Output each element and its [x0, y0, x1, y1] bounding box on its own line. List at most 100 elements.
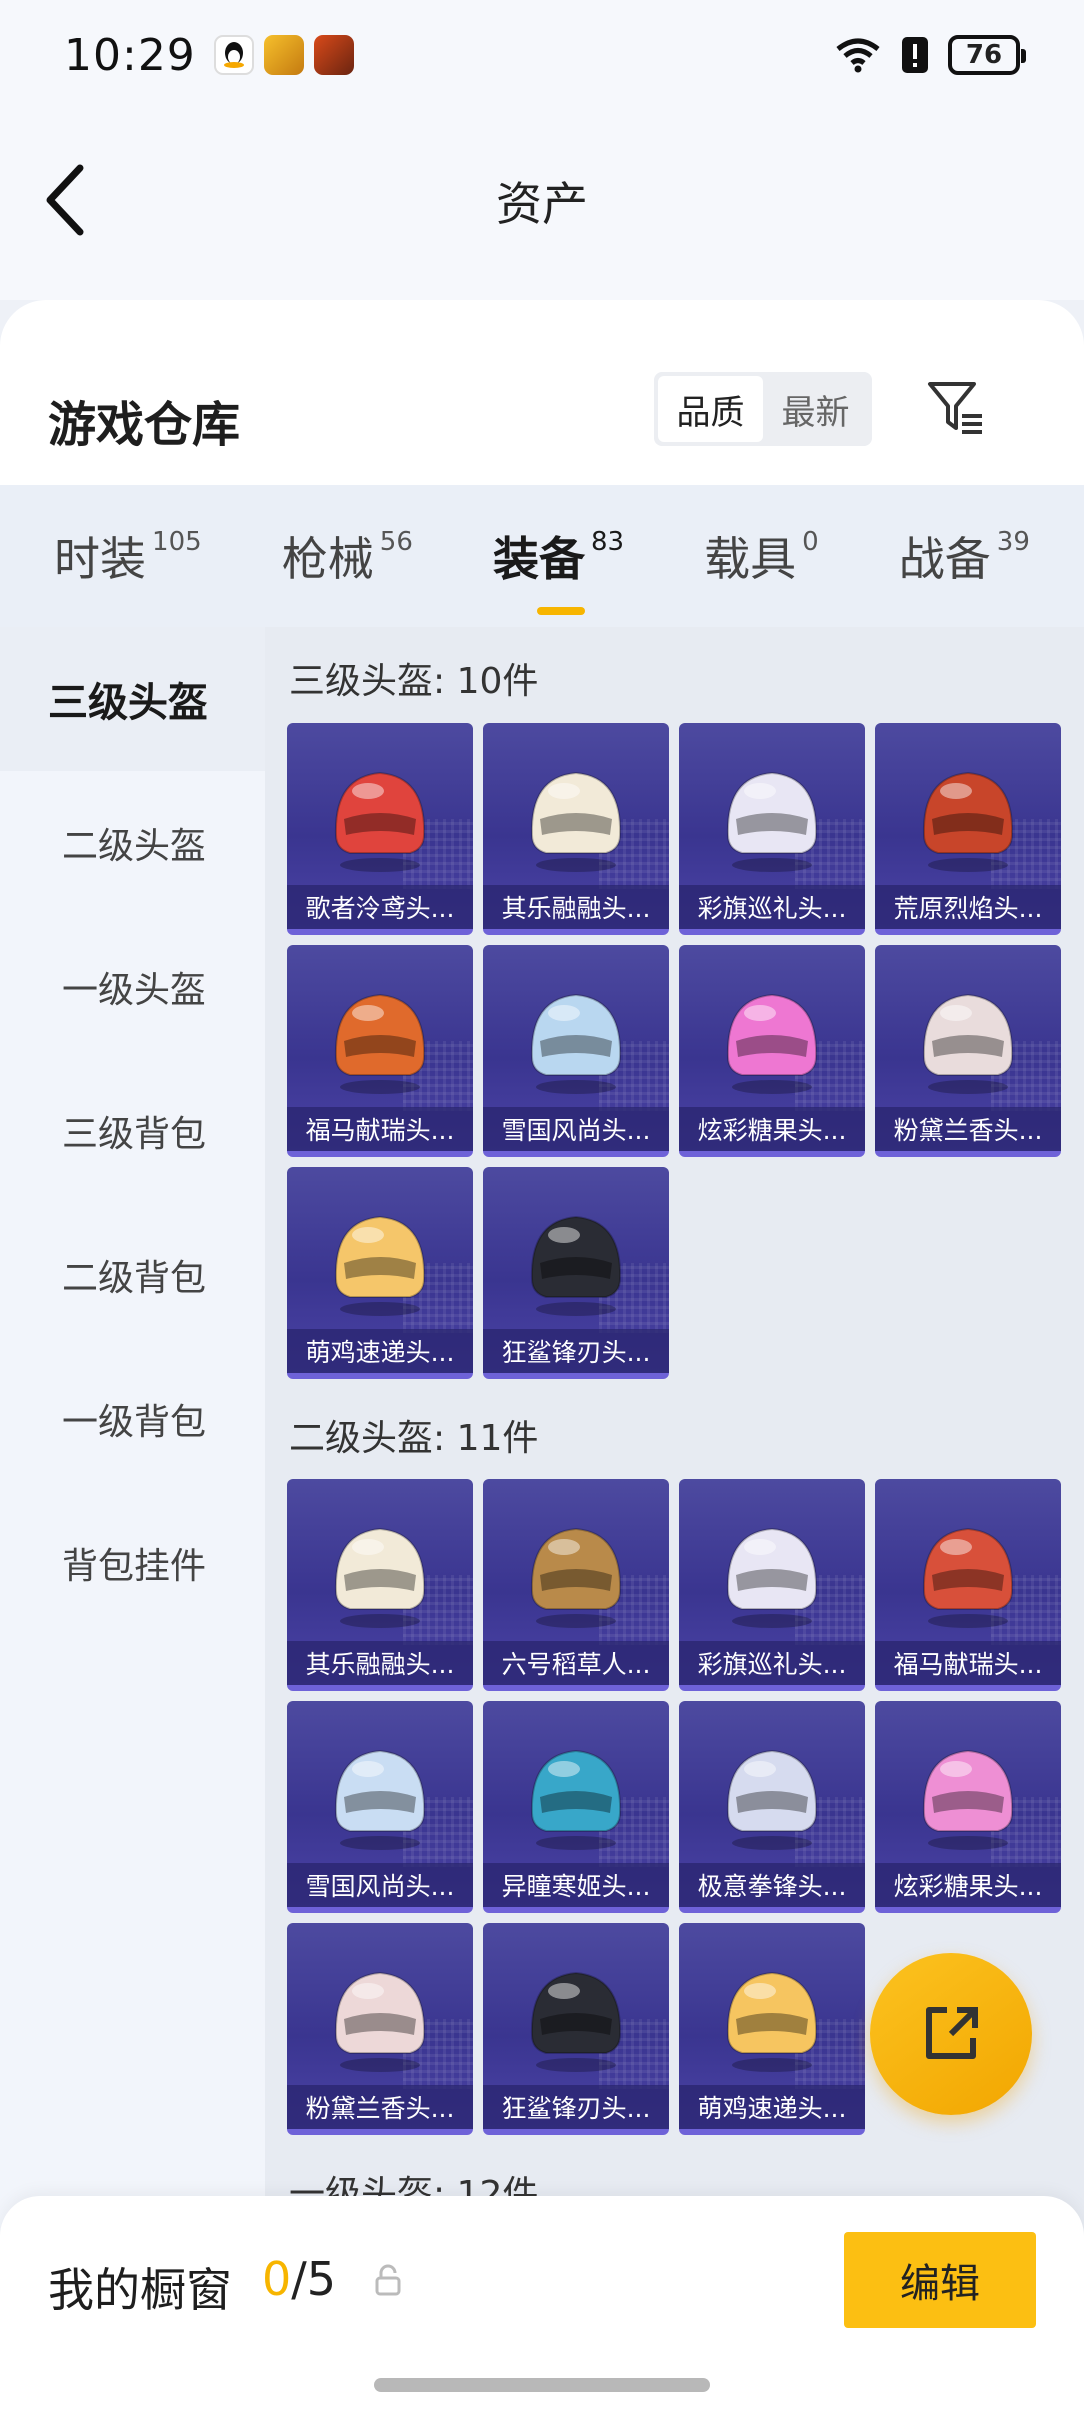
- helmet-image: [320, 979, 440, 1097]
- tab-count: 105: [152, 527, 202, 557]
- tab-supplies[interactable]: 战备 39: [899, 523, 1030, 589]
- item-tile[interactable]: 福马献瑞头...: [875, 1479, 1061, 1691]
- warehouse-title: 游戏仓库: [48, 397, 241, 453]
- sidebar-item-level1-helmet[interactable]: 一级头盔: [0, 915, 265, 1059]
- status-bar: 10:29 76: [0, 0, 1084, 110]
- item-tile[interactable]: 歌者泠鸢头...: [287, 723, 473, 935]
- item-tile[interactable]: 极意拳锋头...: [679, 1701, 865, 1913]
- tab-vehicles[interactable]: 载具 0: [704, 523, 819, 589]
- helmet-image: [712, 979, 832, 1097]
- edit-button[interactable]: 编辑: [844, 2232, 1036, 2328]
- tab-count: 39: [996, 527, 1030, 557]
- item-tile[interactable]: 荒原烈焰头...: [875, 723, 1061, 935]
- tab-count: 56: [379, 527, 413, 557]
- showcase-count: 0/5: [262, 2252, 336, 2306]
- wifi-icon: [836, 38, 880, 73]
- item-tile[interactable]: 彩旗巡礼头...: [679, 1479, 865, 1691]
- tab-label: 时装: [54, 532, 147, 586]
- helmet-image: [712, 1957, 832, 2075]
- helmet-image: [320, 1201, 440, 1319]
- showcase-title: 我的橱窗: [48, 2263, 232, 2317]
- helmet-image: [516, 1201, 636, 1319]
- item-tile[interactable]: 其乐融融头...: [483, 723, 669, 935]
- item-tile[interactable]: 粉黛兰香头...: [287, 1923, 473, 2135]
- item-name: 彩旗巡礼头...: [679, 885, 865, 929]
- item-name: 福马献瑞头...: [875, 1641, 1061, 1685]
- item-name: 其乐融融头...: [483, 885, 669, 929]
- sidebar-item-level3-backpack[interactable]: 三级背包: [0, 1059, 265, 1203]
- item-name: 雪国风尚头...: [287, 1863, 473, 1907]
- helmet-image: [516, 979, 636, 1097]
- item-tile[interactable]: 雪国风尚头...: [287, 1701, 473, 1913]
- sort-option-quality[interactable]: 品质: [658, 376, 763, 442]
- helmet-image: [320, 757, 440, 875]
- tab-label: 枪械: [281, 532, 374, 586]
- item-name: 异瞳寒姬头...: [483, 1863, 669, 1907]
- group-title: 三级头盔: 10件: [289, 661, 539, 702]
- sort-toggle: 品质 最新: [654, 372, 872, 446]
- item-tile[interactable]: 异瞳寒姬头...: [483, 1701, 669, 1913]
- item-name: 彩旗巡礼头...: [679, 1641, 865, 1685]
- sidebar-item-level2-helmet[interactable]: 二级头盔: [0, 771, 265, 915]
- helmet-image: [516, 1957, 636, 2075]
- item-tile[interactable]: 炫彩糖果头...: [679, 945, 865, 1157]
- item-tile[interactable]: 萌鸡速递头...: [287, 1167, 473, 1379]
- item-name: 福马献瑞头...: [287, 1107, 473, 1151]
- helmet-image: [908, 1735, 1028, 1853]
- item-name: 萌鸡速递头...: [287, 1329, 473, 1373]
- helmet-image: [516, 1735, 636, 1853]
- honor-of-kings-app-icon: [313, 35, 354, 75]
- sidebar-item-level1-backpack[interactable]: 一级背包: [0, 1347, 265, 1491]
- qq-app-icon: [213, 35, 254, 75]
- tab-count: 0: [802, 527, 819, 557]
- item-name: 炫彩糖果头...: [679, 1107, 865, 1151]
- item-name: 粉黛兰香头...: [875, 1107, 1061, 1151]
- warehouse-header: 游戏仓库 品质 最新: [0, 300, 1084, 485]
- filter-icon[interactable]: [924, 376, 988, 440]
- sidebar-item-level3-helmet[interactable]: 三级头盔: [0, 627, 265, 771]
- item-tile[interactable]: 福马献瑞头...: [287, 945, 473, 1157]
- helmet-image: [712, 757, 832, 875]
- nav-bar: 资产: [0, 110, 1084, 300]
- sidebar-item-level2-backpack[interactable]: 二级背包: [0, 1203, 265, 1347]
- alert-icon: [902, 37, 928, 73]
- share-button[interactable]: [870, 1953, 1032, 2115]
- helmet-image: [516, 757, 636, 875]
- active-tab-indicator: [536, 607, 585, 615]
- item-tile[interactable]: 六号稻草人...: [483, 1479, 669, 1691]
- subcategory-sidebar: 三级头盔 二级头盔 一级头盔 三级背包 二级背包 一级背包 背包挂件: [0, 627, 265, 2412]
- helmet-image: [908, 757, 1028, 875]
- helmet-image: [712, 1735, 832, 1853]
- item-name: 狂鲨锋刃头...: [483, 2085, 669, 2129]
- share-icon: [926, 2007, 978, 2059]
- item-name: 其乐融融头...: [287, 1641, 473, 1685]
- group-title: 二级头盔: 11件: [289, 1418, 539, 1459]
- sort-option-newest[interactable]: 最新: [763, 376, 868, 442]
- helmet-image: [908, 979, 1028, 1097]
- item-tile[interactable]: 雪国风尚头...: [483, 945, 669, 1157]
- tab-fashion[interactable]: 时装 105: [54, 523, 202, 589]
- tab-equipment[interactable]: 装备 83: [493, 523, 624, 615]
- item-tile[interactable]: 粉黛兰香头...: [875, 945, 1061, 1157]
- item-name: 荒原烈焰头...: [875, 885, 1061, 929]
- showcase-used: 0: [262, 2252, 292, 2306]
- home-indicator: [374, 2378, 710, 2392]
- battery-level: 76: [965, 40, 1003, 70]
- tab-label: 战备: [898, 532, 991, 586]
- item-name: 炫彩糖果头...: [875, 1863, 1061, 1907]
- item-tile[interactable]: 其乐融融头...: [287, 1479, 473, 1691]
- item-tile[interactable]: 炫彩糖果头...: [875, 1701, 1061, 1913]
- item-name: 六号稻草人...: [483, 1641, 669, 1685]
- item-tile[interactable]: 狂鲨锋刃头...: [483, 1923, 669, 2135]
- item-list: 三级头盔: 10件 歌者泠鸢头... 其乐融融头... 彩旗巡礼头... 荒原烈焰头.…: [265, 627, 1084, 2412]
- item-tile[interactable]: 狂鲨锋刃头...: [483, 1167, 669, 1379]
- tab-firearms[interactable]: 枪械 56: [282, 523, 413, 589]
- helmet-image: [712, 1513, 832, 1631]
- sidebar-item-backpack-charm[interactable]: 背包挂件: [0, 1491, 265, 1635]
- helmet-image: [908, 1513, 1028, 1631]
- item-name: 粉黛兰香头...: [287, 2085, 473, 2129]
- helmet-image: [320, 1957, 440, 2075]
- item-tile[interactable]: 彩旗巡礼头...: [679, 723, 865, 935]
- item-tile[interactable]: 萌鸡速递头...: [679, 1923, 865, 2135]
- item-name: 雪国风尚头...: [483, 1107, 669, 1151]
